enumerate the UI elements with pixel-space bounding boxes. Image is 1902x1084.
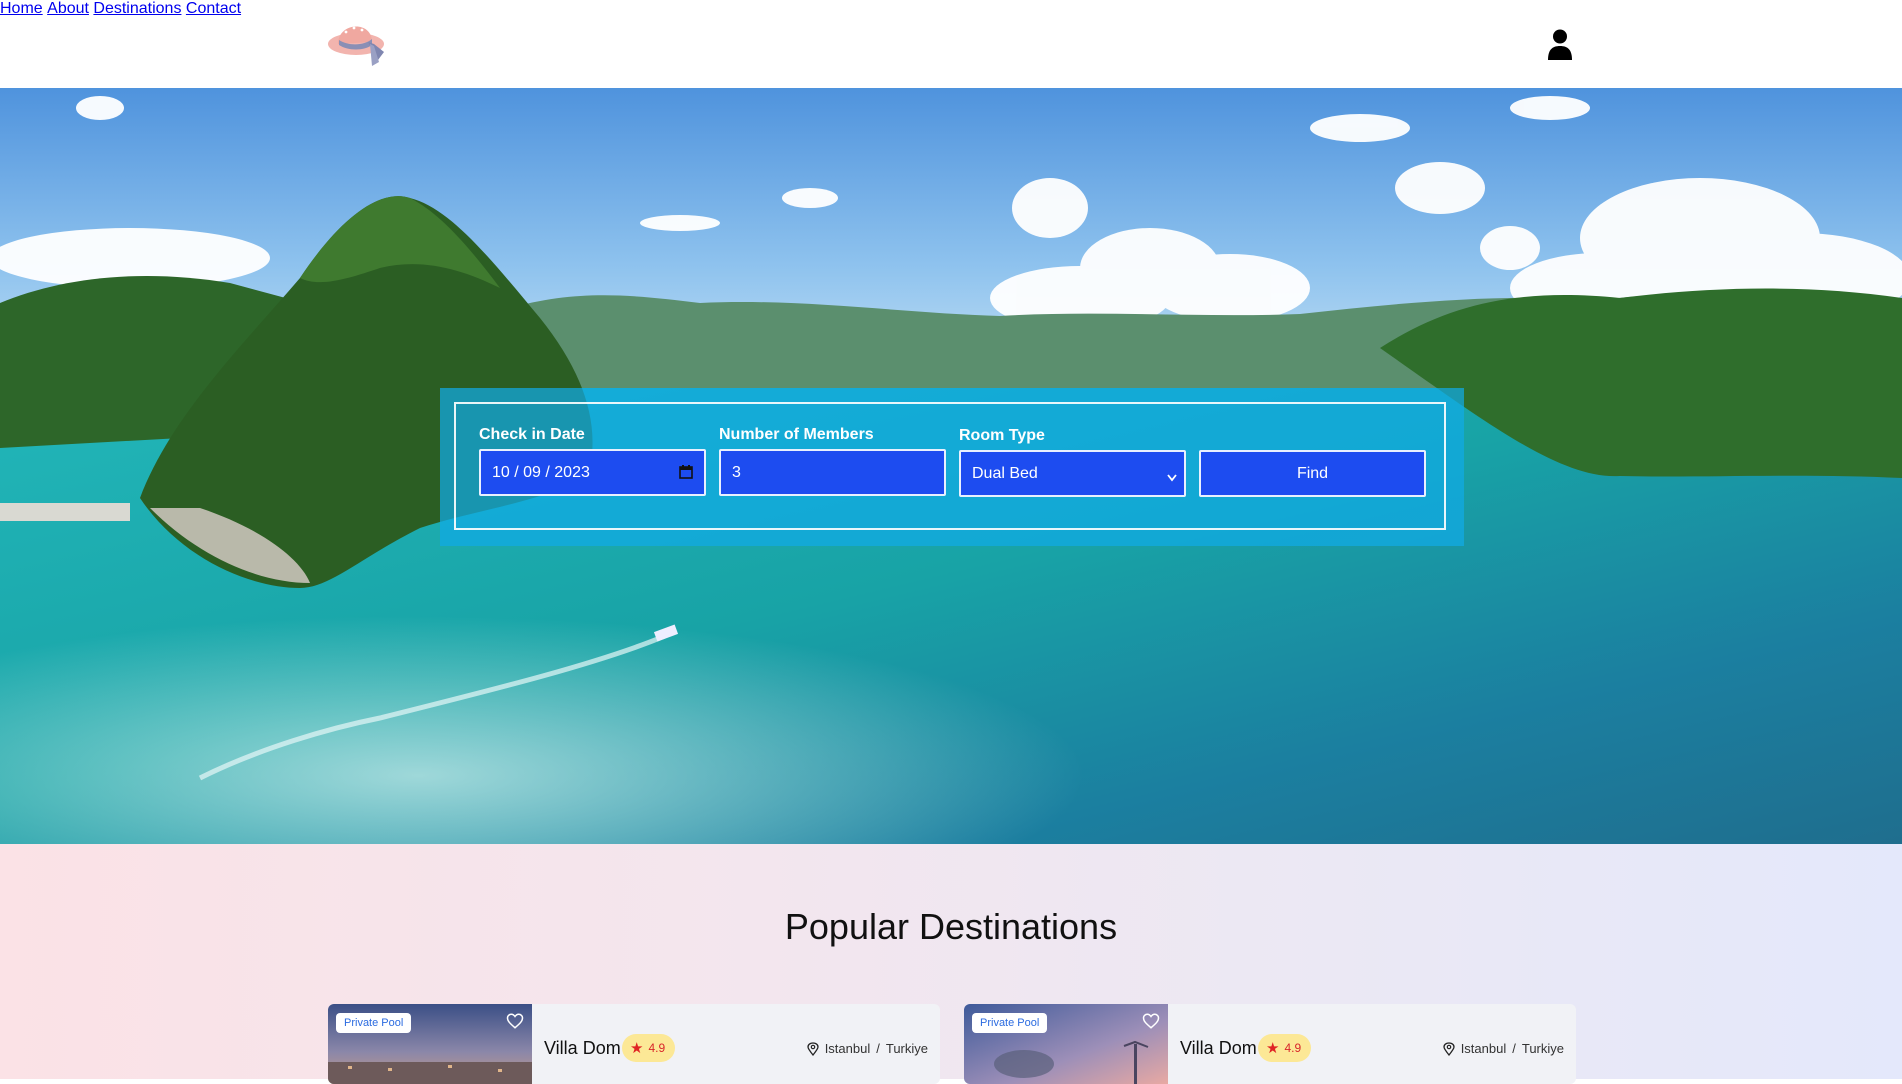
- feature-badge: Private Pool: [336, 1013, 412, 1033]
- calendar-icon[interactable]: [679, 465, 693, 484]
- rating-value: 4.9: [1284, 1041, 1302, 1055]
- checkin-label: Check in Date: [479, 426, 585, 443]
- popular-destinations-section: Popular Destinations Private Pool Villa …: [0, 844, 1902, 1084]
- rating-badge: ★ 4.9: [622, 1034, 676, 1062]
- rating-badge: ★ 4.9: [1258, 1034, 1312, 1062]
- members-input[interactable]: 3: [719, 449, 946, 496]
- location-separator: /: [1512, 1041, 1516, 1056]
- nav-about[interactable]: About: [47, 0, 89, 17]
- rating-value: 4.9: [648, 1041, 666, 1055]
- destination-image: Private Pool: [964, 1004, 1168, 1084]
- find-button[interactable]: Find: [1199, 450, 1426, 497]
- search-panel: Check in Date Number of Members Room Typ…: [440, 388, 1464, 546]
- site-header: Home About Destinations Contact: [0, 0, 1902, 88]
- room-type-value: Dual Bed: [972, 464, 1038, 482]
- find-button-label: Find: [1296, 464, 1329, 482]
- nav-contact[interactable]: Contact: [186, 0, 241, 17]
- checkin-date-value: 10 / 09 / 2023: [492, 463, 590, 481]
- destination-card[interactable]: Private Pool Villa Dom ★ 4.9 Istanbul / …: [964, 1004, 1576, 1084]
- location: Istanbul / Turkiye: [1443, 1041, 1564, 1056]
- location: Istanbul / Turkiye: [807, 1041, 928, 1056]
- star-icon: ★: [1266, 1040, 1280, 1057]
- destination-card[interactable]: Private Pool Villa Dom ★ 4.9 Istanbul / …: [328, 1004, 940, 1084]
- destination-name: Villa Dom: [544, 1038, 621, 1058]
- heart-icon[interactable]: [506, 1012, 524, 1030]
- feature-badge: Private Pool: [972, 1013, 1048, 1033]
- location-separator: /: [876, 1041, 880, 1056]
- star-icon: ★: [630, 1040, 644, 1057]
- search-form: Check in Date Number of Members Room Typ…: [454, 402, 1446, 530]
- map-pin-icon: [1443, 1041, 1455, 1056]
- room-type-label: Room Type: [959, 427, 1045, 444]
- user-icon[interactable]: [1546, 28, 1574, 60]
- checkin-date-input[interactable]: 10 / 09 / 2023: [479, 449, 706, 496]
- location-city: Istanbul: [824, 1041, 871, 1056]
- heart-icon[interactable]: [1142, 1012, 1160, 1030]
- destination-image: Private Pool: [328, 1004, 532, 1084]
- map-pin-icon: [807, 1041, 819, 1056]
- members-value: 3: [732, 463, 741, 481]
- destination-name: Villa Dom: [1180, 1038, 1257, 1058]
- nav-home[interactable]: Home: [0, 0, 43, 17]
- room-type-select[interactable]: Dual Bed: [959, 450, 1186, 497]
- hero-banner: Check in Date Number of Members Room Typ…: [0, 88, 1902, 844]
- location-country: Turkiye: [1521, 1041, 1564, 1056]
- location-country: Turkiye: [885, 1041, 928, 1056]
- section-title: Popular Destinations: [784, 906, 1118, 947]
- location-city: Istanbul: [1460, 1041, 1507, 1056]
- pink-hat-logo[interactable]: [326, 14, 394, 72]
- members-label: Number of Members: [719, 426, 874, 443]
- chevron-down-icon: [1167, 469, 1177, 487]
- nav-destinations[interactable]: Destinations: [93, 0, 181, 17]
